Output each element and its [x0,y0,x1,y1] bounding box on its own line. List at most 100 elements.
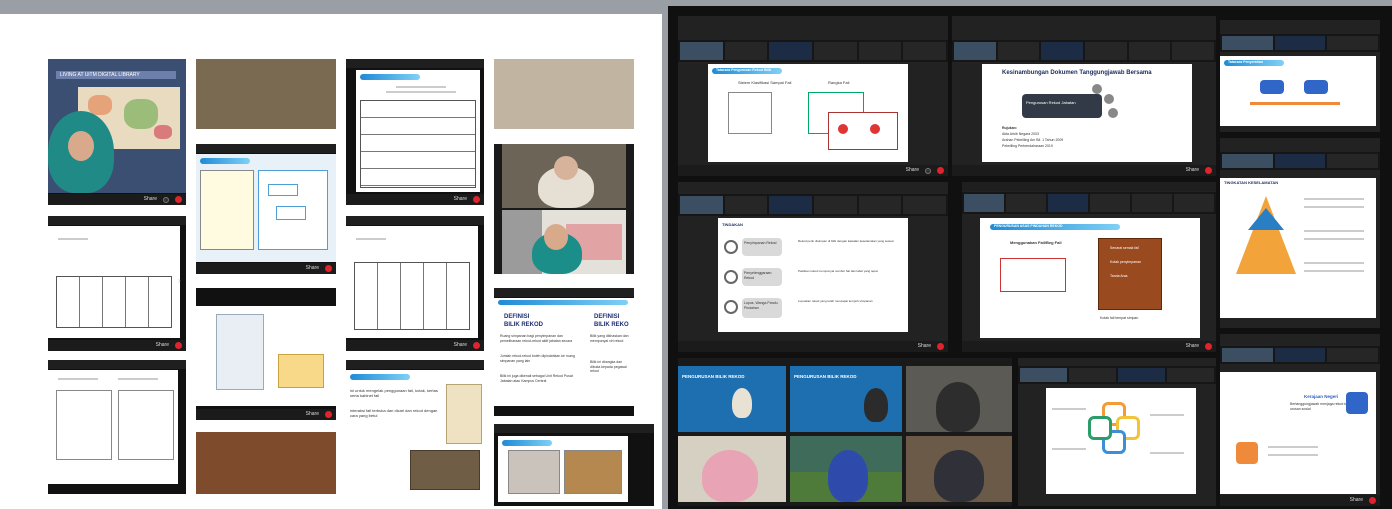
participant-strip [1220,34,1380,52]
doc-icon-tile [1236,442,1258,464]
key-box-text: Pengurusan Rekod Jabatan [1026,100,1076,105]
participant-strip [1220,346,1380,364]
share-button[interactable]: Share [306,263,319,274]
footer-line-4: Pekeliling Perbendaharaan 2019 [1002,144,1053,148]
office-photo-1 [508,450,560,494]
video-tile-form[interactable]: › Share [48,216,186,351]
action-2-desc: Pastikan rekod mempunyai nombor fail dan… [798,270,878,273]
gallery-cell-participant-6 [906,436,1012,502]
zoom-window-9[interactable]: Kerajaan Negeri Bertanggungjawab menjaga… [1220,334,1380,506]
participant-strip [962,192,1216,214]
share-button[interactable]: Share [1350,495,1363,506]
document-table [360,100,476,188]
end-call-button[interactable] [473,196,480,203]
zoom-topbar [346,59,484,68]
text-slide-line-2: interaksi fail terbuka dan dicari dan re… [350,408,438,419]
video-tile-two-participants[interactable] [494,144,634,274]
text-slide: ini untuk mengelak penggunaan fail, kota… [346,370,484,494]
share-button[interactable]: Share [1186,341,1199,352]
end-call-button[interactable] [1369,497,1376,504]
video-tile-table-doc[interactable]: Share [346,59,484,205]
end-call-button[interactable] [325,265,332,272]
brown-placeholder-1 [196,59,336,129]
slide-heading: Kesinambungan Dokumen Tanggungjawab Bers… [1002,70,1152,76]
meeting-controls: Share [346,194,484,205]
share-button[interactable]: Share [306,409,319,420]
end-call-button[interactable] [1205,343,1212,350]
meeting-controls: Share [48,194,186,205]
key-icon-tile [1346,392,1368,414]
zoom-window-5[interactable]: PENGURUSAN ASAS PINDAHAN REKOD Menggunak… [962,182,1216,352]
mic-icon[interactable] [163,196,169,203]
end-call-button[interactable] [175,196,182,203]
video-tile-form-2[interactable]: Share [346,216,484,351]
share-button[interactable]: Share [156,340,169,351]
video-tile-presenter-1[interactable]: LIVING AT UiTM DIGITAL LIBRARY Share [48,59,186,205]
presenter-face [68,131,94,161]
gallery-cell-participant-4 [678,436,786,502]
gallery-cell-participant-3 [906,366,1012,432]
slide-heading: Tatacara Penyerahan [1228,60,1263,64]
meeting-controls: Share [48,340,186,351]
slide-foot-text: Kotak fail tempat simpan [1100,316,1139,320]
office-slide [498,436,628,502]
zoom-window-6[interactable]: TINGKATAN KESELAMATAN [1220,138,1380,328]
zoom-window-1[interactable]: Tatacara Pengurusan Rekod Bilik Sistem K… [678,16,948,176]
share-button[interactable]: Share [144,194,157,205]
share-button[interactable]: Share [918,341,931,352]
zoom-topbar [962,182,1216,191]
slide-kerajaan: Kerajaan Negeri Bertanggungjawab menjaga… [1220,372,1376,494]
participant-strip [678,40,948,62]
participant-strip [678,194,948,216]
slide-venn [1046,388,1196,494]
right-collage-panel: Tatacara Pengurusan Rekod Bilik Sistem K… [668,6,1392,509]
end-call-button[interactable] [937,343,944,350]
share-button[interactable]: Share [454,194,467,205]
form-slide-2 [346,226,478,338]
participant-strip [952,40,1216,62]
table-slide [356,70,480,192]
end-call-button[interactable] [473,342,480,349]
definisi-title-left: DEFINISI [504,314,530,320]
slide-keselamatan: TINGKATAN KESELAMATAN [1220,178,1376,318]
video-tile-office[interactable] [494,424,654,506]
office-photo-2 [564,450,622,494]
action-1-label: Penyimpanan Rekod [744,241,777,245]
slide-heading: TINGKATAN KESELAMATAN [1224,180,1279,185]
definisi-bullet-left-3: Bilik ini juga dikenali sebagai Unit Rek… [500,374,573,383]
participant-video-top [502,144,626,208]
slide-heading: TINDAKAN [722,222,743,227]
end-call-button[interactable] [175,342,182,349]
video-tile-text-slide[interactable]: ini untuk mengelak penggunaan fail, kota… [346,360,484,494]
zoom-topbar [48,360,186,369]
slide-label-2: Rangka Fail [828,80,850,85]
zoom-gallery-view[interactable]: PENGURUSAN BILIK REKOD PENGURUSAN BILIK … [678,358,1012,506]
end-call-button[interactable] [1205,167,1212,174]
share-button[interactable]: Share [906,165,919,176]
slide-pindahan: PENGURUSAN ASAS PINDAHAN REKOD Menggunak… [980,218,1200,338]
video-tile-paper[interactable]: Share [196,288,336,420]
meeting-controls: Share [196,263,336,274]
meeting-controls: Share [196,409,336,420]
end-call-button[interactable] [325,411,332,418]
zoom-window-8[interactable] [1018,358,1216,506]
meeting-controls: Share [952,165,1216,176]
slide-tatacara-penyerahan: Tatacara Penyerahan [1220,56,1376,126]
meeting-controls: Share [962,341,1216,352]
zoom-window-3[interactable]: Tatacara Penyerahan [1220,20,1380,132]
video-tile-flowchart[interactable]: Share [196,144,336,274]
video-tile-doc-form[interactable] [48,360,186,494]
end-call-button[interactable] [937,167,944,174]
security-icon[interactable] [925,167,931,174]
bubble-3: Tanda Aras [1110,274,1128,278]
participant-strip [1220,152,1380,170]
share-button[interactable]: Share [1186,165,1199,176]
action-3-desc: Lupuskan rekod yang telah mencapai tempo… [798,300,873,303]
next-page-arrow[interactable]: › [178,276,184,286]
zoom-window-4[interactable]: TINDAKAN Penyimpanan Rekod Rekod perlu d… [678,182,948,352]
text-slide-line-1: ini untuk mengelak penggunaan fail, kota… [350,388,438,399]
share-button[interactable]: Share [454,340,467,351]
slide-mid-text: Menggunakan Fail/Beg Fail [1010,240,1062,245]
zoom-window-2[interactable]: Kesinambungan Dokumen Tanggungjawab Bers… [952,16,1216,176]
video-tile-definisi[interactable]: DEFINISI BILIK REKOD DEFINISI BILIK REKO… [494,288,634,416]
